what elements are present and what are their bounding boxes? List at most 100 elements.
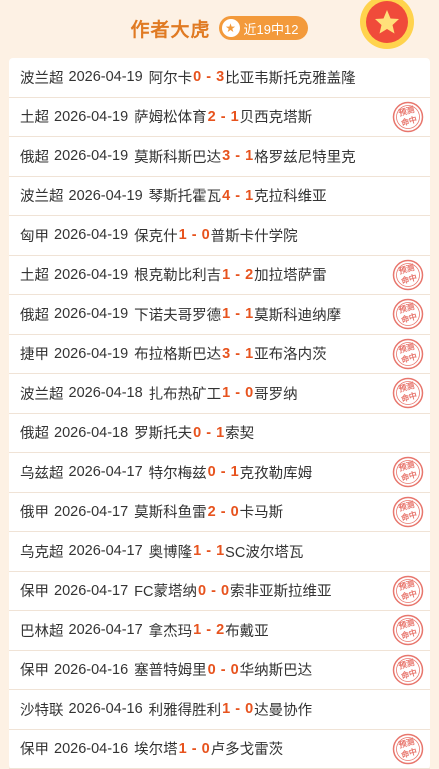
home-score: 1	[179, 741, 187, 757]
score-separator: -	[206, 622, 211, 638]
match-row[interactable]: 俄超2026-04-19下诺夫哥罗德1-1莫斯科迪纳摩预测命中	[9, 295, 430, 335]
home-score: 1	[179, 227, 187, 243]
match-row[interactable]: 乌兹超2026-04-17特尔梅兹0-1克孜勒库姆预测命中	[9, 453, 430, 493]
home-score: 1	[222, 701, 230, 717]
home-score: 3	[222, 346, 230, 362]
score-separator: -	[211, 583, 216, 599]
match-date: 2026-04-19	[54, 109, 128, 125]
prediction-hit-stamp: 预测命中	[392, 377, 424, 409]
home-score: 4	[222, 188, 230, 204]
home-score: 1	[222, 267, 230, 283]
match-row[interactable]: 俄超2026-04-18罗斯托夫0-1索契	[9, 414, 430, 454]
match-league: 匈甲	[20, 225, 49, 246]
match-row[interactable]: 巴林超2026-04-17拿杰玛1-2布戴亚预测命中	[9, 611, 430, 651]
away-score: 0	[245, 701, 253, 717]
match-date: 2026-04-19	[54, 306, 128, 322]
home-score: 2	[208, 109, 216, 125]
star-icon: ★	[222, 19, 240, 37]
match-date: 2026-04-17	[54, 504, 128, 520]
match-row[interactable]: 乌克超2026-04-17奥博隆1-1SC波尔塔瓦	[9, 532, 430, 572]
match-row[interactable]: 俄甲2026-04-17莫斯科鱼雷2-0卡马斯预测命中	[9, 493, 430, 533]
away-team: 莫斯科迪纳摩	[254, 304, 341, 325]
score-separator: -	[235, 306, 240, 322]
record-badge: ★ 近19中12	[219, 16, 309, 40]
match-row[interactable]: 匈甲2026-04-19保克什1-0普斯卡什学院	[9, 216, 430, 256]
author-header: 作者大虎 ★ 近19中12	[0, 0, 439, 56]
match-league: 波兰超	[20, 383, 64, 404]
match-league: 保甲	[20, 659, 49, 680]
home-team: 拿杰玛	[149, 620, 193, 641]
author-name: 作者大虎	[131, 15, 211, 42]
score-separator: -	[235, 346, 240, 362]
away-score: 3	[216, 69, 224, 85]
away-score: 0	[245, 385, 253, 401]
away-score: 2	[216, 622, 224, 638]
away-team: 卡马斯	[240, 501, 284, 522]
match-list: 波兰超2026-04-19阿尔卡0-3比亚韦斯托克雅盖隆土超2026-04-19…	[9, 58, 430, 769]
away-score: 0	[221, 583, 229, 599]
match-date: 2026-04-17	[69, 543, 143, 559]
match-row[interactable]: 俄超2026-04-19莫斯科斯巴达3-1格罗兹尼特里克	[9, 137, 430, 177]
match-date: 2026-04-17	[69, 464, 143, 480]
match-date: 2026-04-18	[69, 385, 143, 401]
prediction-hit-stamp: 预测命中	[392, 496, 424, 528]
home-team: 塞普特姆里	[134, 659, 207, 680]
prediction-hit-stamp: 预测命中	[392, 259, 424, 291]
away-team: 比亚韦斯托克雅盖隆	[225, 67, 356, 88]
score-separator: -	[235, 188, 240, 204]
match-league: 保甲	[20, 738, 49, 759]
away-team: 格罗兹尼特里克	[254, 146, 356, 167]
prediction-hit-stamp: 预测命中	[392, 456, 424, 488]
prediction-hit-stamp: 预测命中	[392, 733, 424, 765]
away-score: 1	[216, 425, 224, 441]
prediction-hit-stamp: 预测命中	[392, 575, 424, 607]
match-date: 2026-04-19	[54, 227, 128, 243]
match-league: 俄甲	[20, 501, 49, 522]
record-text: 近19中12	[244, 19, 299, 38]
away-score: 1	[231, 109, 239, 125]
home-team: 下诺夫哥罗德	[134, 304, 221, 325]
match-league: 土超	[20, 106, 49, 127]
match-row[interactable]: 捷甲2026-04-19布拉格斯巴达3-1亚布洛内茨预测命中	[9, 335, 430, 375]
away-score: 0	[231, 662, 239, 678]
home-team: 根克勒比利吉	[134, 264, 221, 285]
away-team: 克孜勒库姆	[240, 462, 313, 483]
home-team: 利雅得胜利	[149, 699, 222, 720]
match-league: 俄超	[20, 146, 49, 167]
home-score: 0	[193, 425, 201, 441]
match-date: 2026-04-19	[69, 69, 143, 85]
score-separator: -	[221, 662, 226, 678]
score-separator: -	[235, 385, 240, 401]
home-team: 布拉格斯巴达	[134, 343, 221, 364]
away-team: 华纳斯巴达	[240, 659, 313, 680]
away-team: 亚布洛内茨	[254, 343, 327, 364]
match-date: 2026-04-19	[54, 267, 128, 283]
match-row[interactable]: 保甲2026-04-17FC蒙塔纳0-0索非亚斯拉维亚预测命中	[9, 572, 430, 612]
score-separator: -	[206, 425, 211, 441]
home-team: 罗斯托夫	[134, 422, 192, 443]
match-date: 2026-04-19	[69, 188, 143, 204]
match-league: 保甲	[20, 580, 49, 601]
match-row[interactable]: 保甲2026-04-16埃尔塔1-0卢多戈雷茨预测命中	[9, 730, 430, 769]
match-row[interactable]: 波兰超2026-04-19阿尔卡0-3比亚韦斯托克雅盖隆	[9, 58, 430, 98]
medal-icon	[357, 0, 417, 52]
match-row[interactable]: 波兰超2026-04-18扎布热矿工1-0哥罗纳预测命中	[9, 374, 430, 414]
home-team: 扎布热矿工	[149, 383, 222, 404]
match-league: 俄超	[20, 422, 49, 443]
match-row[interactable]: 土超2026-04-19根克勒比利吉1-2加拉塔萨雷预测命中	[9, 256, 430, 296]
match-date: 2026-04-19	[54, 346, 128, 362]
match-row[interactable]: 沙特联2026-04-16利雅得胜利1-0达曼协作	[9, 690, 430, 730]
match-row[interactable]: 波兰超2026-04-19琴斯托霍瓦4-1克拉科维亚	[9, 177, 430, 217]
score-separator: -	[221, 464, 226, 480]
home-team: 阿尔卡	[149, 67, 193, 88]
away-team: 布戴亚	[225, 620, 269, 641]
home-team: 埃尔塔	[134, 738, 178, 759]
match-row[interactable]: 土超2026-04-19萨姆松体育2-1贝西克塔斯预测命中	[9, 98, 430, 138]
score-separator: -	[206, 543, 211, 559]
away-team: 加拉塔萨雷	[254, 264, 327, 285]
away-score: 0	[202, 227, 210, 243]
away-team: 索契	[225, 422, 254, 443]
home-score: 1	[193, 543, 201, 559]
score-separator: -	[235, 701, 240, 717]
match-row[interactable]: 保甲2026-04-16塞普特姆里0-0华纳斯巴达预测命中	[9, 651, 430, 691]
